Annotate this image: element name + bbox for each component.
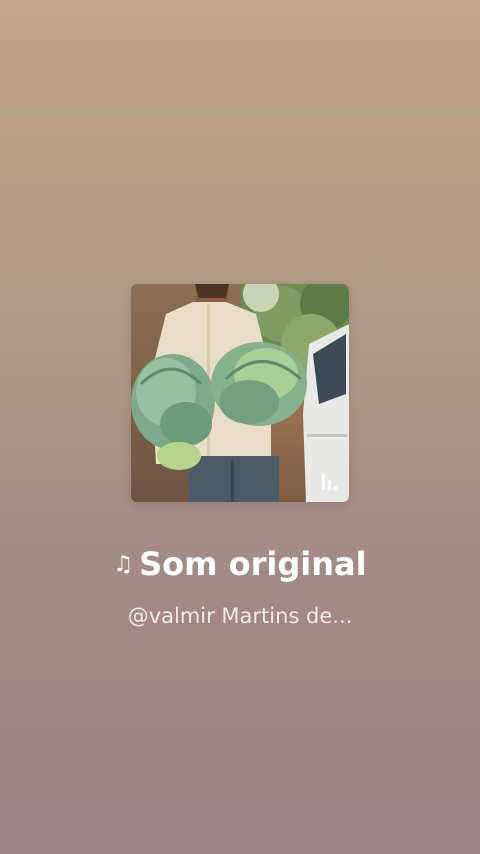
audio-bars-icon [322, 474, 337, 490]
sound-title: ♫ Som original [0, 540, 480, 589]
sound-author-link[interactable]: @valmir Martins de... [0, 600, 480, 632]
sound-title-text: Som original [139, 545, 367, 583]
cover-photo [131, 284, 349, 502]
music-note-icon: ♫ [113, 552, 134, 577]
sound-cover-image[interactable] [131, 284, 349, 502]
